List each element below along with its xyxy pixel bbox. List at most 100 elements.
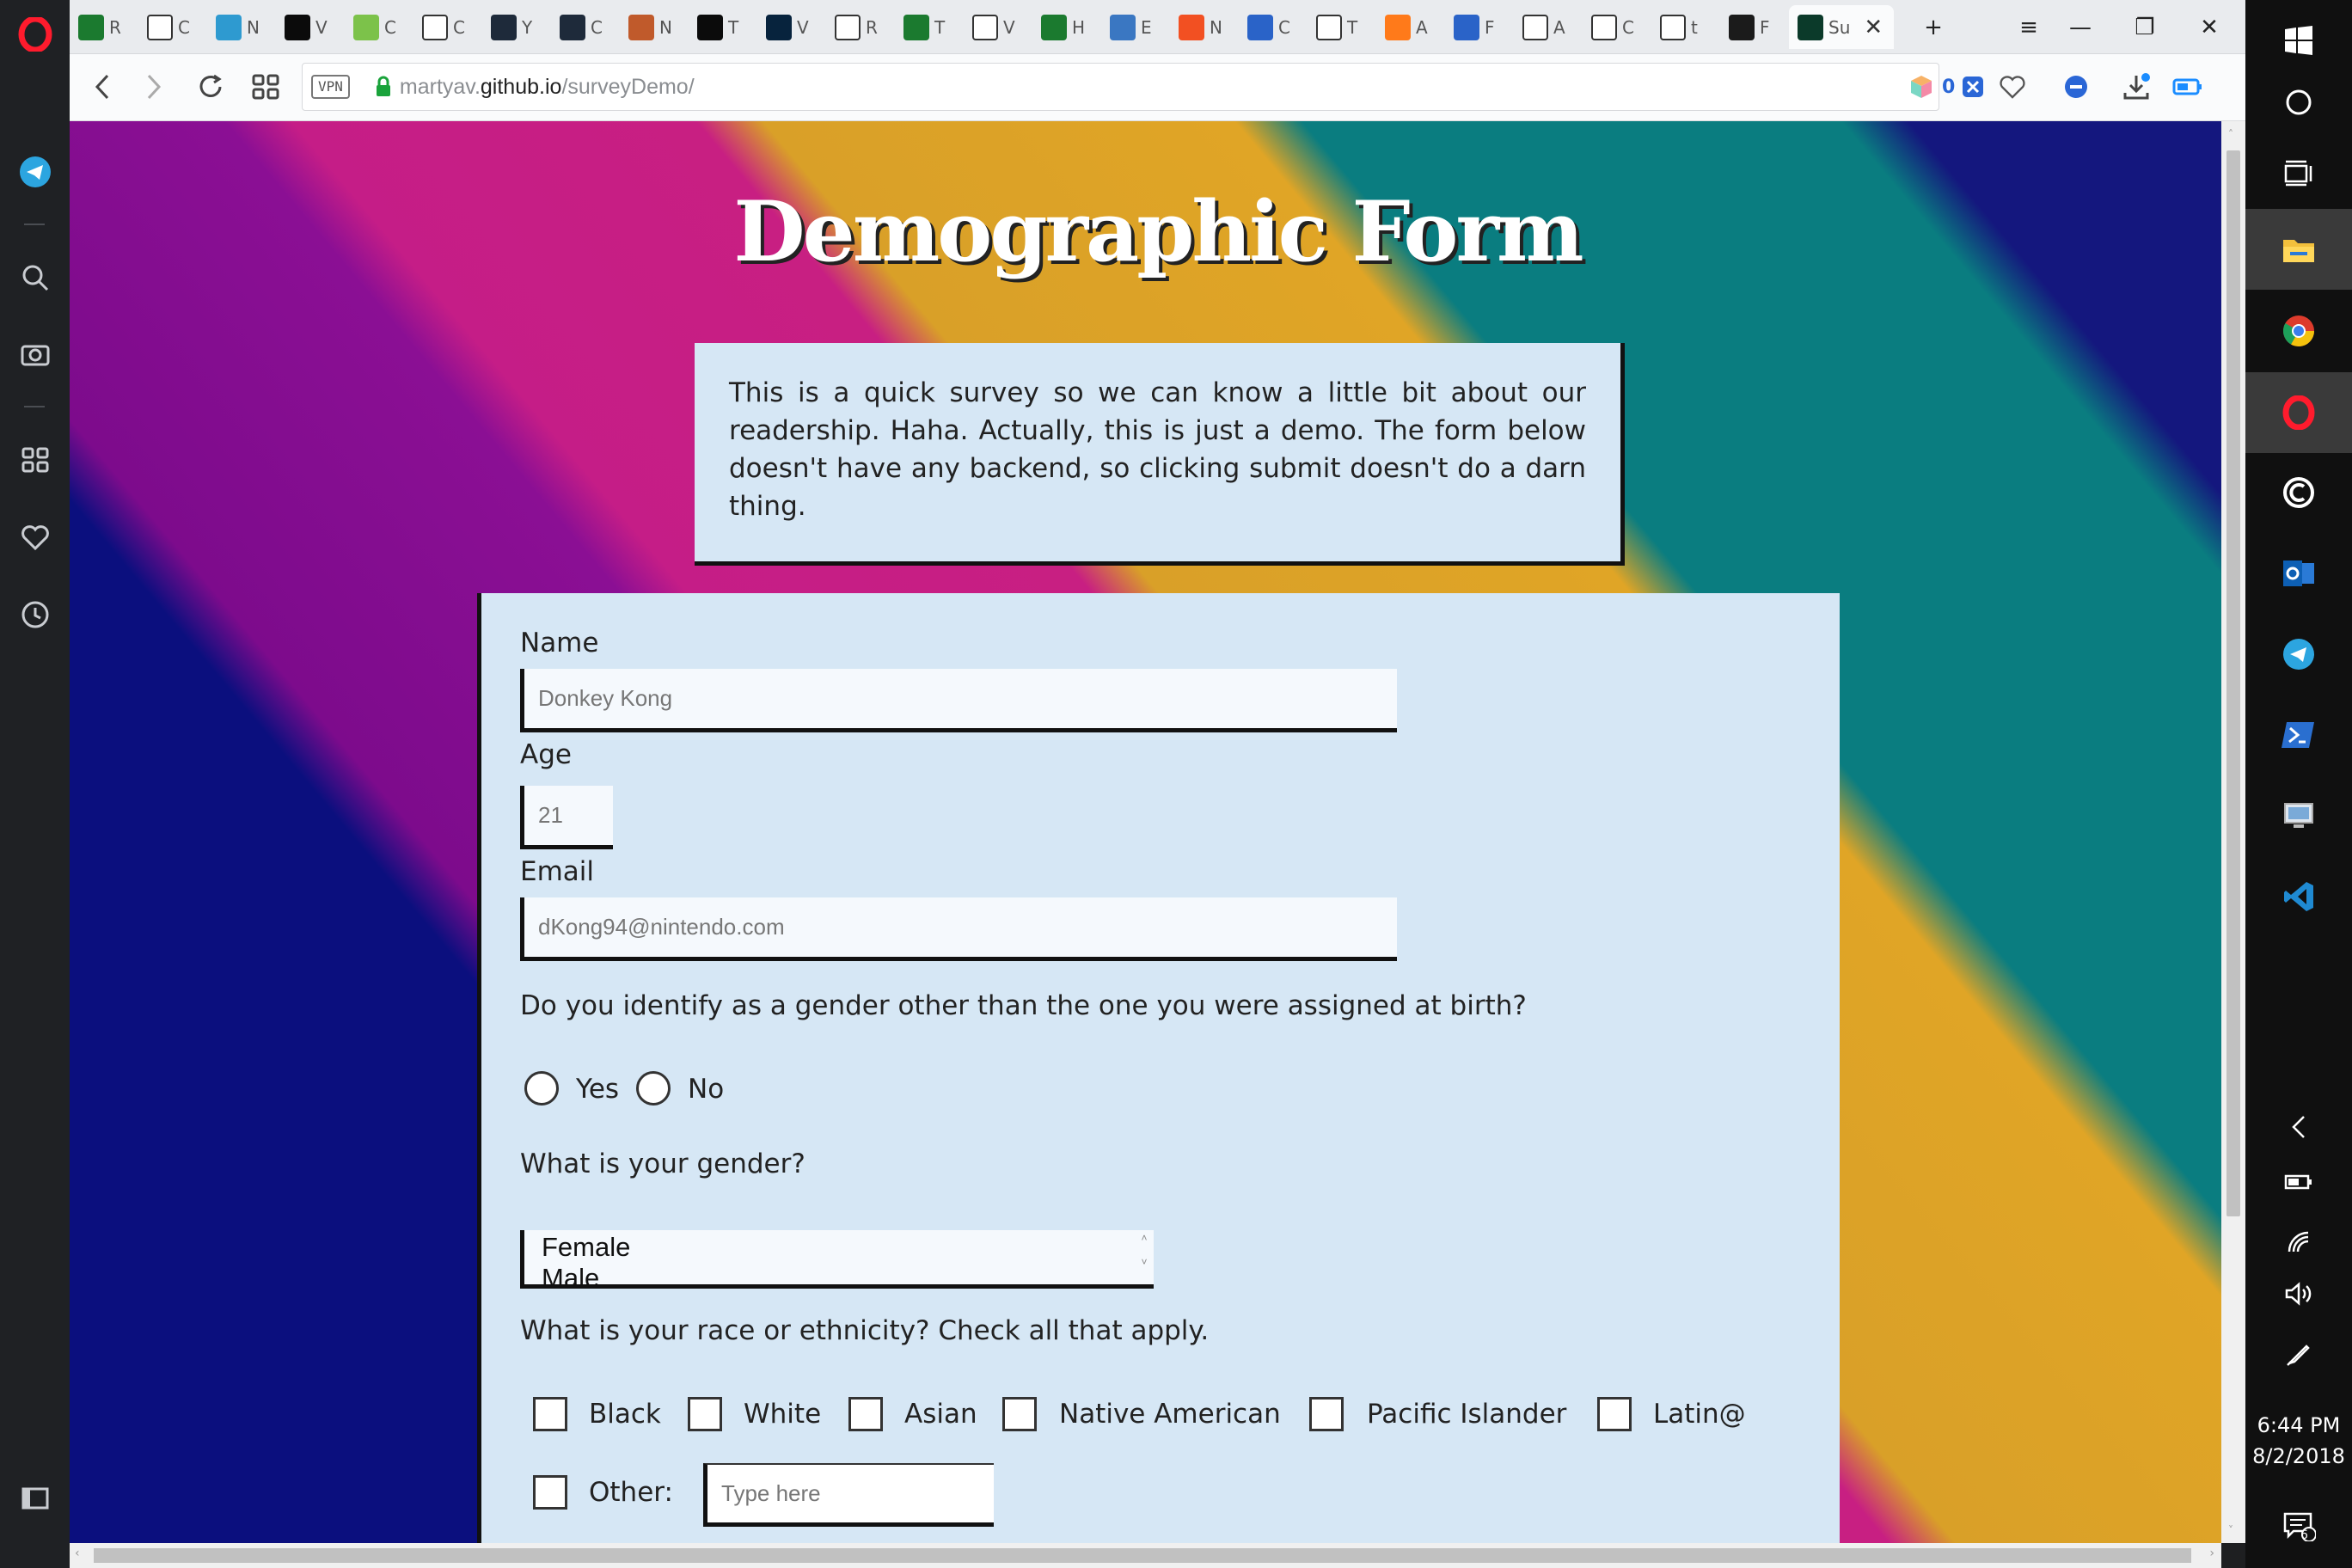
notifications-icon[interactable]: 6 xyxy=(2245,1487,2352,1565)
gender-option-female[interactable]: Female xyxy=(542,1232,630,1263)
race-checkbox-asian[interactable] xyxy=(848,1397,883,1431)
other-race-input[interactable]: Type here xyxy=(703,1463,994,1527)
yes-radio[interactable] xyxy=(524,1071,559,1106)
horizontal-scroll-thumb[interactable] xyxy=(94,1548,2191,1563)
tab-title: N xyxy=(1210,16,1222,38)
browser-tab[interactable]: N xyxy=(207,5,276,49)
close-tab-icon[interactable]: ✕ xyxy=(1864,15,1883,40)
browser-tab[interactable]: E xyxy=(1101,5,1170,49)
camera-icon xyxy=(1729,14,1755,40)
race-checkbox-pacific-islander[interactable] xyxy=(1309,1397,1344,1431)
ccleaner-icon[interactable] xyxy=(2245,452,2352,533)
gender-select[interactable]: Female Male ˄ ˅ xyxy=(520,1230,1154,1289)
scroll-left-arrow-icon[interactable]: ‹ xyxy=(75,1547,80,1560)
tab-title: F xyxy=(1760,16,1770,38)
reload-button[interactable] xyxy=(190,66,231,107)
vertical-scroll-thumb[interactable] xyxy=(2226,150,2240,1216)
download-icon[interactable] xyxy=(2116,66,2157,107)
browser-tab[interactable]: Su ✕ xyxy=(1789,5,1894,49)
browser-tab[interactable]: A xyxy=(1514,5,1583,49)
bookmark-heart-icon[interactable] xyxy=(1992,66,2033,107)
outlook-icon[interactable] xyxy=(2245,533,2352,614)
close-window-button[interactable]: ✕ xyxy=(2176,0,2243,54)
search-icon[interactable] xyxy=(0,248,70,308)
chrome-icon[interactable] xyxy=(2245,291,2352,371)
browser-tab[interactable]: C xyxy=(1239,5,1308,49)
age-input[interactable]: 21 xyxy=(520,786,613,849)
tab-title: T xyxy=(934,16,946,38)
race-checkbox-native-american[interactable] xyxy=(1002,1397,1037,1431)
maximize-button[interactable]: ❐ xyxy=(2111,0,2178,54)
gender-option-male[interactable]: Male xyxy=(542,1263,599,1284)
browser-tab[interactable]: N xyxy=(1170,5,1239,49)
minimize-button[interactable]: — xyxy=(2047,0,2114,54)
no-radio[interactable] xyxy=(636,1071,671,1106)
battery-saver-icon[interactable] xyxy=(2167,66,2208,107)
forward-button[interactable] xyxy=(133,66,175,107)
address-bar[interactable]: VPN martyav.github.io/surveyDemo/ xyxy=(302,63,1939,111)
browser-tab[interactable]: t xyxy=(1651,5,1720,49)
scroll-right-arrow-icon[interactable]: › xyxy=(2209,1547,2214,1560)
browser-tab[interactable]: F xyxy=(1720,5,1789,49)
new-tab-button[interactable]: + xyxy=(1909,0,1957,54)
hackerrank-icon xyxy=(903,14,929,40)
browser-tab[interactable]: C xyxy=(413,5,482,49)
email-input[interactable]: dKong94@nintendo.com xyxy=(520,897,1397,961)
page-vertical-scrollbar[interactable]: ˄ ˅ xyxy=(2221,121,2245,1543)
url-text[interactable]: martyav.github.io/surveyDemo/ xyxy=(400,75,695,100)
lock-icon[interactable] xyxy=(375,76,392,101)
powershell-icon[interactable] xyxy=(2245,695,2352,775)
task-view-icon[interactable] xyxy=(2245,132,2352,213)
browser-tab[interactable]: T xyxy=(1308,5,1376,49)
select-scrollbar[interactable]: ˄ ˅ xyxy=(1136,1232,1152,1284)
race-checkbox-black[interactable] xyxy=(533,1397,567,1431)
race-checkbox-white[interactable] xyxy=(688,1397,722,1431)
extension-cube-icon[interactable] xyxy=(1901,66,1942,107)
browser-tab[interactable]: V xyxy=(964,5,1032,49)
browser-tab[interactable]: R xyxy=(70,5,138,49)
heart-icon[interactable] xyxy=(0,507,70,567)
browser-tab[interactable]: C xyxy=(138,5,207,49)
browser-tab[interactable]: T xyxy=(895,5,964,49)
adblock-icon[interactable] xyxy=(1952,66,1994,107)
name-input[interactable]: Donkey Kong xyxy=(520,669,1397,732)
browser-tab[interactable]: N xyxy=(620,5,689,49)
tab-strip: R C N V C C Y C N T V R T V H E N C T A F A Ct F Su ✕ + ≡ — ❐ ✕ xyxy=(70,0,2245,54)
opera-logo-icon[interactable] xyxy=(0,4,70,64)
race-checkbox-other[interactable] xyxy=(533,1475,567,1510)
opera-taskbar-icon[interactable] xyxy=(2245,372,2352,453)
block-ads-icon[interactable] xyxy=(2055,66,2097,107)
pin-icon xyxy=(1316,14,1342,40)
vscode-icon[interactable] xyxy=(2245,856,2352,937)
history-icon[interactable] xyxy=(0,585,70,645)
sidebar-toggle-icon[interactable] xyxy=(0,1468,70,1528)
camera-icon[interactable] xyxy=(0,323,70,383)
browser-tab[interactable]: V xyxy=(276,5,345,49)
telegram-icon[interactable] xyxy=(0,142,70,202)
tabs-grid-button[interactable] xyxy=(245,66,286,107)
browser-tab[interactable]: C xyxy=(345,5,413,49)
browser-tab[interactable]: A xyxy=(1376,5,1445,49)
speed-dial-icon[interactable] xyxy=(0,430,70,490)
taskbar-clock[interactable]: 6:44 PM 8/2/2018 xyxy=(2245,1410,2352,1472)
telegram-taskbar-icon[interactable] xyxy=(2245,614,2352,695)
file-explorer-icon[interactable] xyxy=(2245,209,2352,290)
back-button[interactable] xyxy=(82,66,123,107)
browser-tab[interactable]: T xyxy=(689,5,757,49)
vpn-badge[interactable]: VPN xyxy=(311,75,350,99)
page-horizontal-scrollbar[interactable]: ‹ › xyxy=(70,1543,2221,1568)
scroll-up-arrow-icon[interactable]: ˄ xyxy=(2228,128,2233,140)
browser-tab[interactable]: V xyxy=(757,5,826,49)
cortana-icon[interactable] xyxy=(2245,62,2352,143)
browser-tab[interactable]: C xyxy=(1583,5,1651,49)
pen-icon[interactable] xyxy=(2245,1315,2352,1393)
computer-icon[interactable] xyxy=(2245,775,2352,856)
browser-tab[interactable]: C xyxy=(551,5,620,49)
browser-tab[interactable]: H xyxy=(1032,5,1101,49)
browser-tab[interactable]: R xyxy=(826,5,895,49)
scroll-down-arrow-icon[interactable]: ˅ xyxy=(2228,1524,2233,1536)
browser-tab[interactable]: F xyxy=(1445,5,1514,49)
tab-title: Su xyxy=(1828,16,1851,38)
race-checkbox-latin[interactable] xyxy=(1597,1397,1632,1431)
browser-tab[interactable]: Y xyxy=(482,5,551,49)
